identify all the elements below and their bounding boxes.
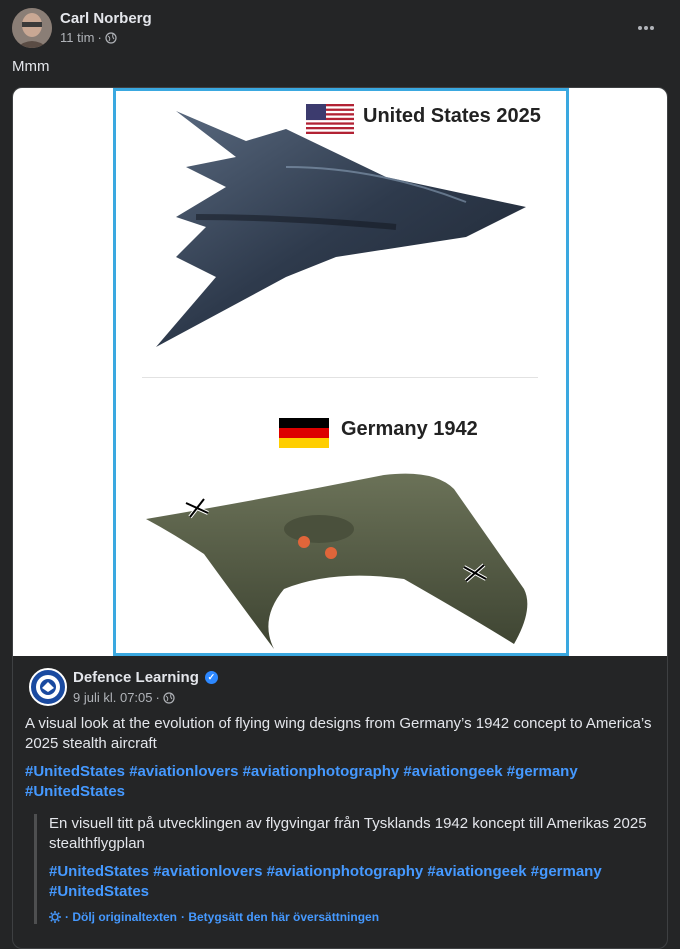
- dot-icon: [644, 26, 648, 30]
- avatar[interactable]: [12, 8, 52, 48]
- post-time[interactable]: 11 tim: [60, 30, 94, 45]
- defence-logo-icon: [36, 675, 60, 699]
- post-meta: 11 tim ·: [60, 30, 117, 45]
- dot-icon: [638, 26, 642, 30]
- translation-block: En visuell titt på utvecklingen av flygv…: [34, 814, 654, 924]
- page-meta: 9 juli kl. 07:05 ·: [73, 690, 175, 705]
- page-date[interactable]: 9 juli kl. 07:05: [73, 690, 153, 705]
- translation-links: · Dölj originaltexten · Betygsätt den hä…: [49, 910, 654, 924]
- post-image[interactable]: United States 2025 Germany 1942: [13, 88, 667, 656]
- stealth-bomber-image: [156, 111, 526, 347]
- author-name[interactable]: Carl Norberg: [60, 10, 152, 27]
- flying-wing-image: [146, 473, 528, 649]
- globe-icon: [163, 691, 175, 704]
- germany-flag-icon: [279, 418, 329, 448]
- hide-original-link[interactable]: · Dölj originaltexten: [65, 910, 177, 924]
- post-header: Carl Norberg 11 tim ·: [12, 8, 668, 48]
- image-frame: United States 2025 Germany 1942: [113, 88, 569, 656]
- dot-icon: [650, 26, 654, 30]
- shared-hashtags[interactable]: #UnitedStates #aviationlovers #aviationp…: [25, 762, 625, 802]
- globe-icon: [105, 31, 117, 44]
- page-avatar[interactable]: [29, 668, 67, 706]
- shared-post: United States 2025 Germany 1942 Defence …: [12, 87, 668, 949]
- page-name-row: Defence Learning ✓: [73, 669, 218, 686]
- page-name[interactable]: Defence Learning: [73, 669, 199, 686]
- meta-separator: ·: [155, 690, 160, 705]
- meta-separator: ·: [97, 30, 102, 45]
- verified-badge-icon: ✓: [204, 671, 218, 684]
- translated-hashtags[interactable]: #UnitedStates #aviationlovers #aviationp…: [49, 862, 629, 902]
- image-divider: [142, 377, 538, 378]
- shared-description: A visual look at the evolution of flying…: [25, 715, 652, 752]
- gear-icon: [49, 911, 61, 923]
- more-options-button[interactable]: [632, 14, 660, 42]
- post-text: Mmm: [12, 58, 50, 75]
- translated-text: En visuell titt på utvecklingen av flygv…: [49, 815, 647, 852]
- rate-translation-link[interactable]: · Betygsätt den här översättningen: [181, 910, 379, 924]
- label-germany: Germany 1942: [341, 418, 478, 440]
